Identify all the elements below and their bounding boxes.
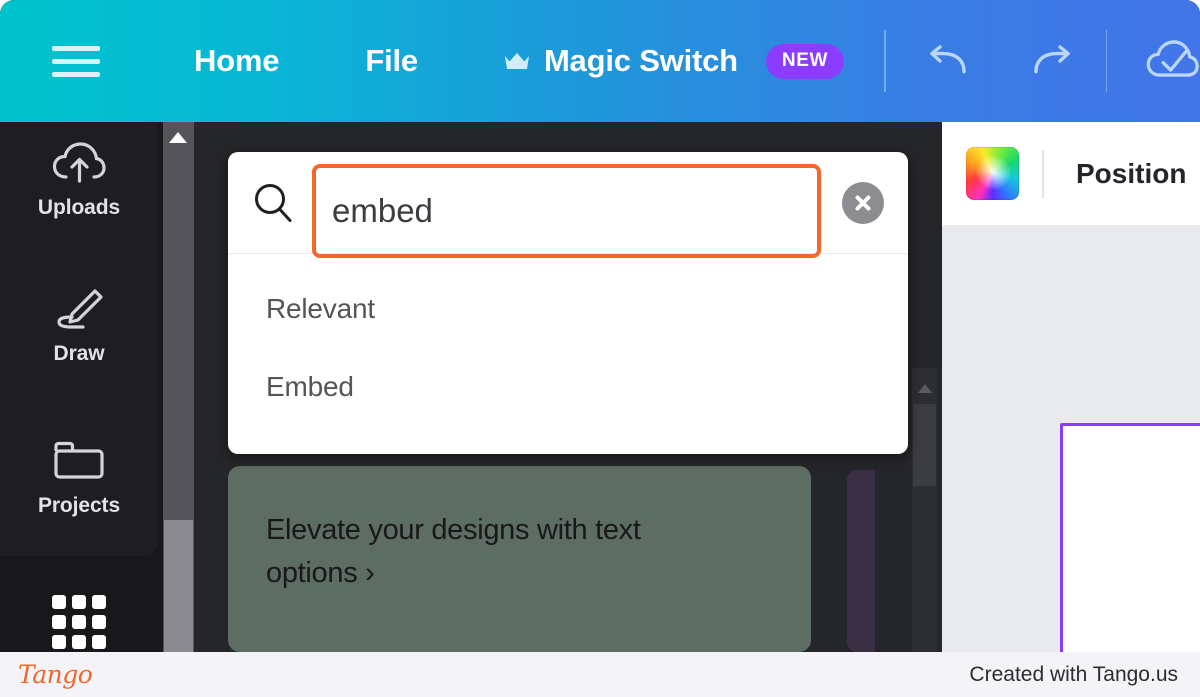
canvas-area[interactable] xyxy=(942,225,1200,652)
grid-cell xyxy=(72,595,86,609)
hamburger-icon[interactable] xyxy=(52,41,100,81)
rainbow-color-swatch-icon[interactable] xyxy=(966,147,1019,200)
cloud-check-icon[interactable] xyxy=(1145,34,1200,88)
sidebar-item-projects[interactable]: Projects xyxy=(0,434,158,518)
suggestions-heading: Relevant xyxy=(266,293,375,324)
suggestion-item[interactable]: Embed xyxy=(228,348,908,426)
nav-item-magic-switch[interactable]: Magic Switch NEW xyxy=(504,43,845,79)
nav-item-home[interactable]: Home xyxy=(194,43,280,79)
position-button[interactable]: Position xyxy=(1076,158,1186,190)
panel-scrollbar[interactable] xyxy=(912,368,937,652)
clear-search-button[interactable] xyxy=(842,182,884,224)
scrollbar-thumb[interactable] xyxy=(164,520,193,652)
new-badge: NEW xyxy=(765,43,845,79)
search-input-highlight xyxy=(312,164,821,258)
apps-grid-icon[interactable] xyxy=(52,595,106,649)
left-sidebar-rail: Uploads Draw Projects xyxy=(0,122,158,556)
grid-cell xyxy=(72,615,86,629)
sidebar-item-draw[interactable]: Draw xyxy=(0,282,158,366)
folder-icon xyxy=(52,434,106,488)
scroll-up-arrow-icon[interactable] xyxy=(169,132,187,143)
search-bar-row xyxy=(228,152,908,258)
pen-draw-icon xyxy=(54,282,104,336)
design-toolbar: Position xyxy=(942,122,1200,225)
panel-scroll-up-arrow-icon[interactable] xyxy=(918,384,932,393)
grid-cell xyxy=(92,595,106,609)
search-magnifier-icon[interactable] xyxy=(250,180,296,226)
sidebar-scrollbar[interactable] xyxy=(163,122,194,652)
grid-cell xyxy=(52,635,66,649)
redo-arrow-icon[interactable] xyxy=(1026,40,1074,82)
grid-cell xyxy=(72,635,86,649)
hamburger-line xyxy=(52,71,100,77)
right-pane: Position xyxy=(942,122,1200,652)
header-divider-1 xyxy=(884,30,886,92)
tango-footer-bar: Tango Created with Tango.us xyxy=(0,652,1200,697)
top-header-bar: Home File Magic Switch NEW xyxy=(0,0,1200,122)
promo-card-text: Elevate your designs with text options › xyxy=(266,514,641,589)
hamburger-line xyxy=(52,58,100,64)
crown-icon xyxy=(504,53,529,69)
grid-cell xyxy=(52,595,66,609)
magic-switch-label: Magic Switch xyxy=(543,43,738,78)
header-divider-2 xyxy=(1105,30,1108,92)
tango-logo: Tango xyxy=(18,660,93,689)
sidebar-item-uploads[interactable]: Uploads xyxy=(0,136,158,220)
hamburger-line xyxy=(52,45,100,51)
design-page[interactable] xyxy=(1060,423,1200,652)
promo-card[interactable]: Elevate your designs with text options › xyxy=(228,466,811,652)
grid-cell xyxy=(92,615,106,629)
sidebar-item-label: Uploads xyxy=(37,196,121,219)
undo-arrow-icon[interactable] xyxy=(926,40,974,82)
nav-item-file[interactable]: File xyxy=(365,43,418,79)
grid-cell xyxy=(52,615,66,629)
toolbar-divider xyxy=(1042,149,1044,198)
sidebar-item-label: Projects xyxy=(37,494,121,517)
grid-cell xyxy=(92,635,106,649)
app-window: Home File Magic Switch NEW Uploads Draw … xyxy=(0,0,1200,652)
search-dropdown-card: Relevant Embed xyxy=(228,152,908,454)
panel-scrollbar-thumb[interactable] xyxy=(913,404,936,486)
tango-credit-text: Created with Tango.us xyxy=(969,662,1178,686)
screenshot-root: Home File Magic Switch NEW Uploads Draw … xyxy=(0,0,1200,697)
promo-card-next-peek[interactable] xyxy=(847,470,875,652)
cloud-upload-icon xyxy=(51,136,107,190)
search-input[interactable] xyxy=(332,192,817,230)
close-icon xyxy=(855,195,871,211)
sidebar-item-label: Draw xyxy=(53,342,105,365)
